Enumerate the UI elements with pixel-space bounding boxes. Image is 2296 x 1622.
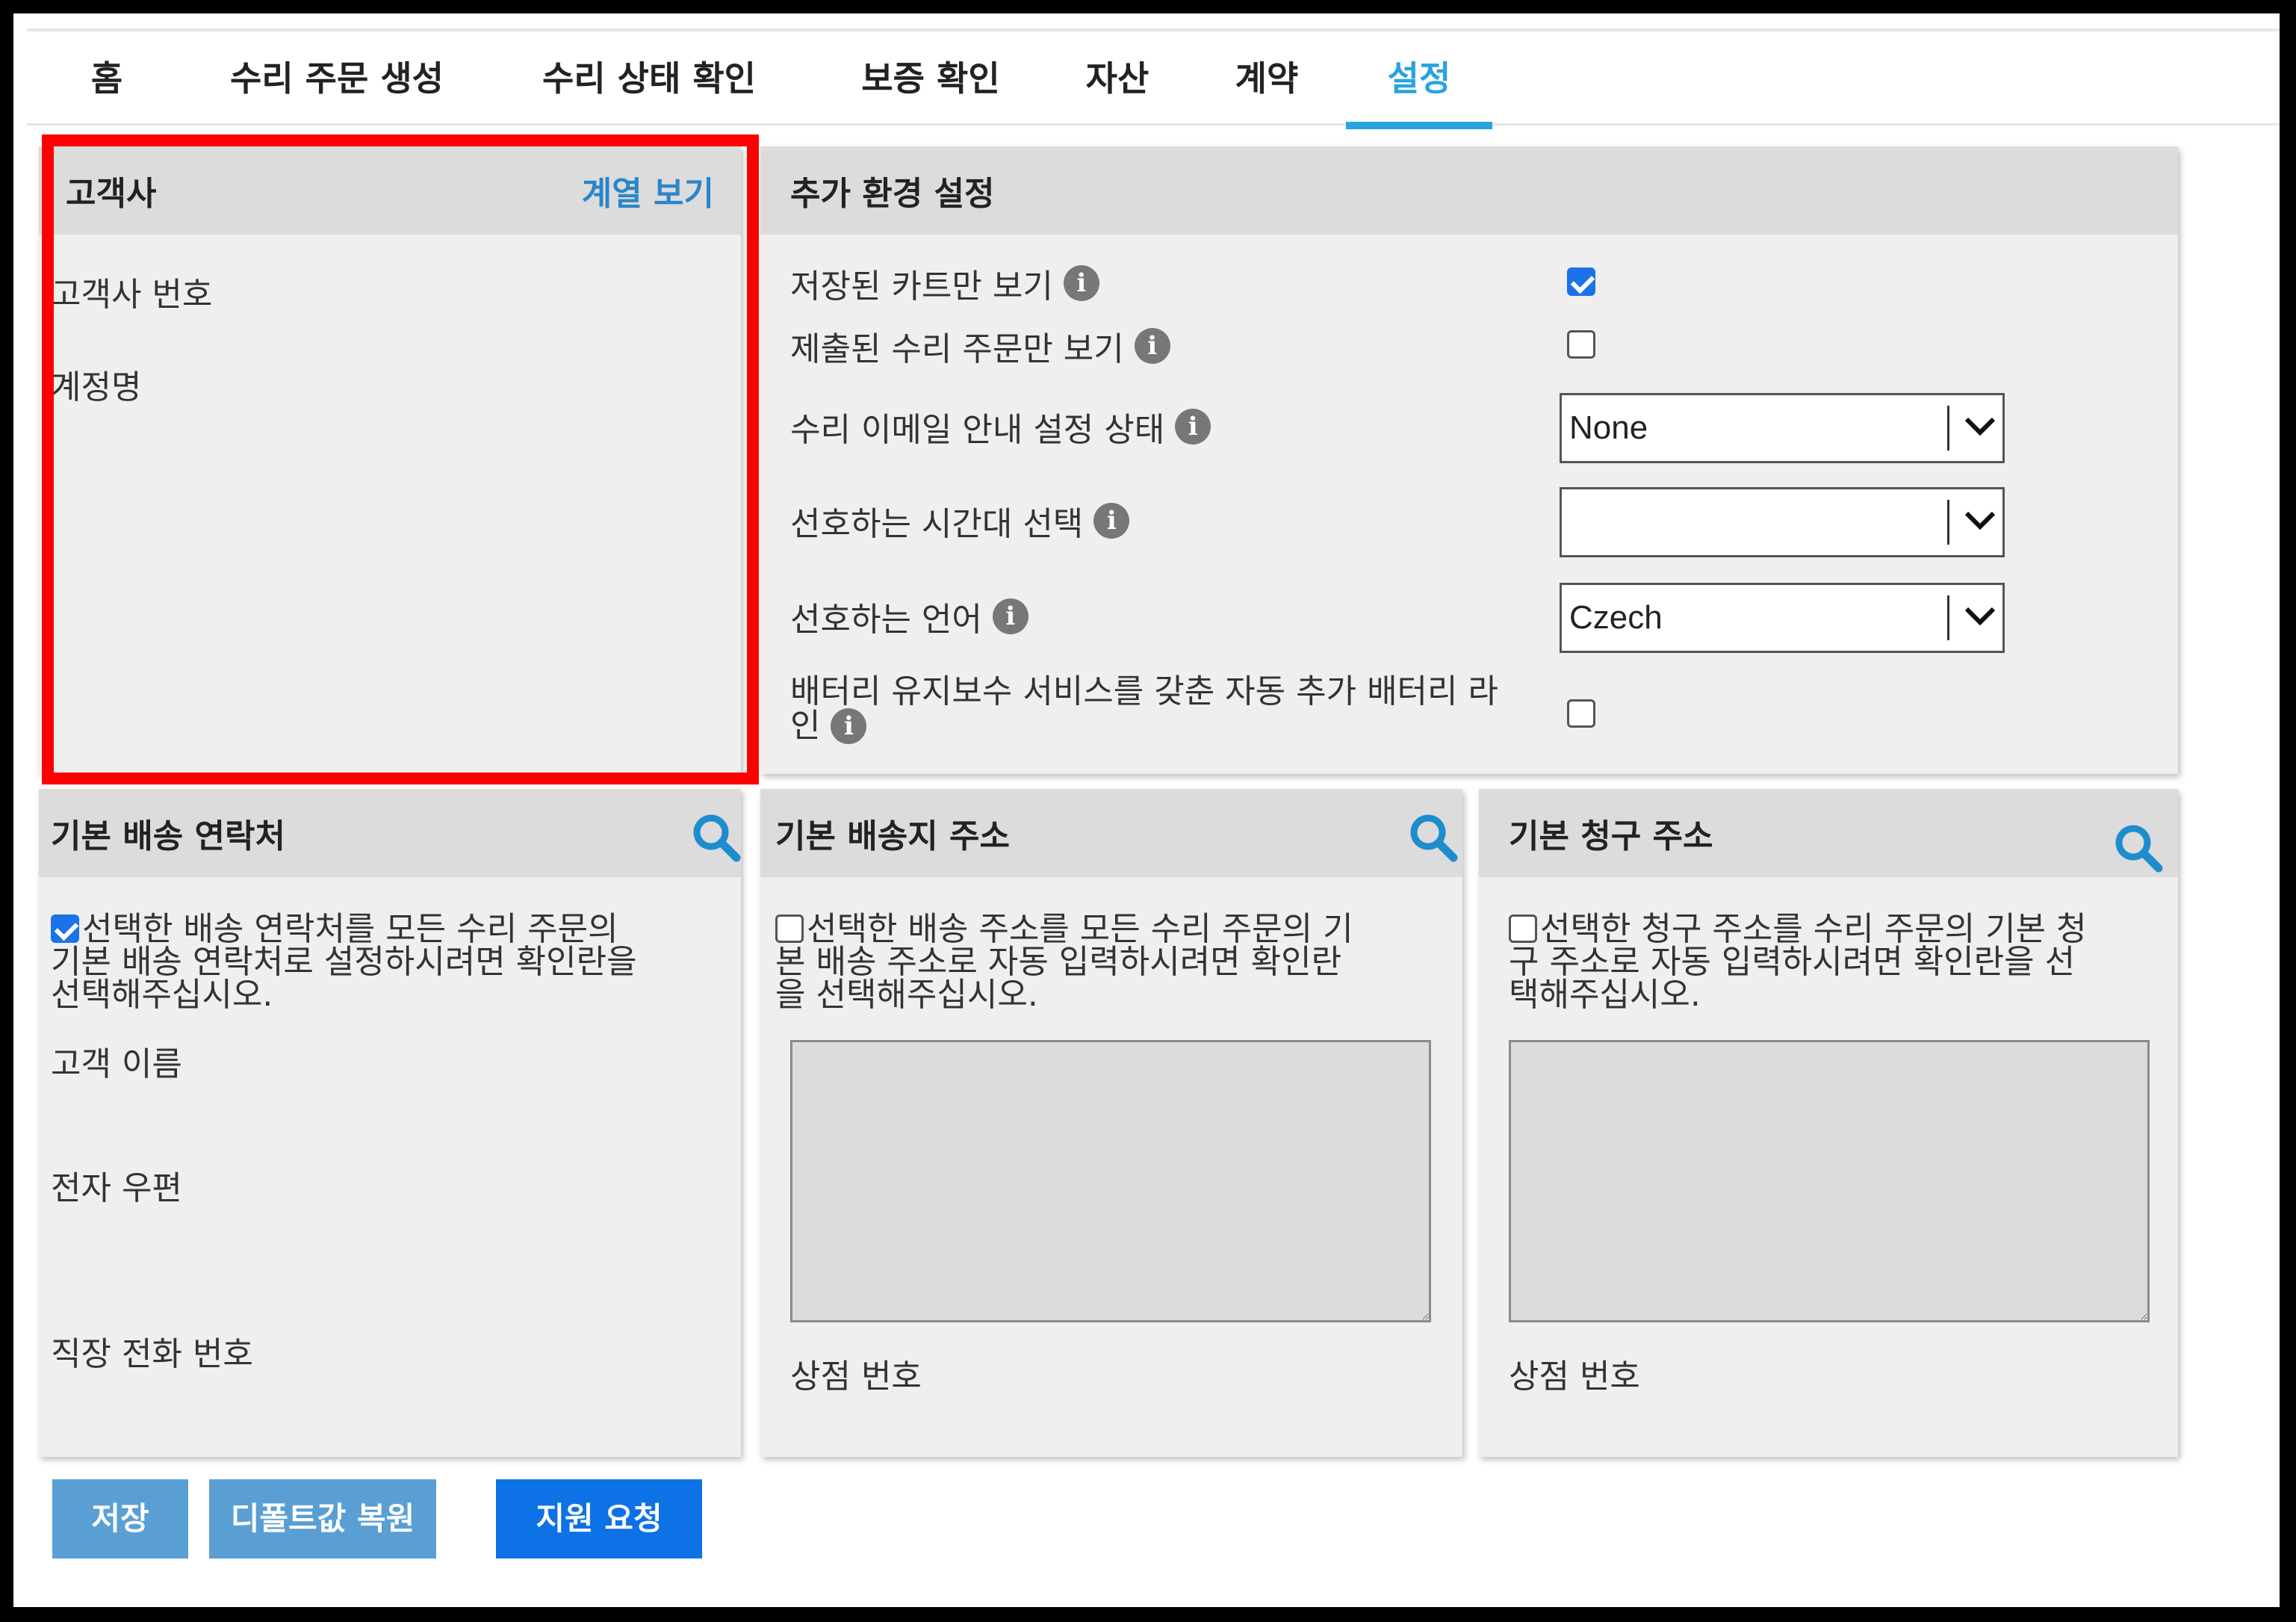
billing-address-desc-line-2: 구 주소로 자동 입력하시려면 확인란을 선 — [1509, 943, 2076, 981]
shipping-contact-desc-line-3: 선택해주십시오. — [51, 976, 273, 1014]
search-icon[interactable] — [2112, 822, 2165, 874]
info-icon[interactable]: i — [992, 598, 1028, 634]
shipping-address-header: 기본 배송지 주소 — [760, 789, 1462, 877]
shipping-address-default-checkbox[interactable] — [775, 914, 804, 943]
shipping-contact-default-checkbox[interactable] — [51, 914, 79, 943]
billing-address-desc: 선택한 청구 주소를 수리 주문의 기본 청 구 주소로 자동 입력하시려면 확… — [1509, 913, 2174, 1012]
email-notice-label: 수리 이메일 안내 설정 상태 — [790, 411, 1165, 449]
submitted-orders-checkbox[interactable] — [1567, 330, 1595, 359]
submitted-orders-row-label: 제출된 수리 주문만 보기 i — [790, 320, 1170, 372]
select-separator — [1947, 406, 1949, 451]
support-request-button[interactable]: 지원 요청 — [496, 1479, 702, 1558]
customer-panel-header: 고객사 계열 보기 — [39, 146, 741, 235]
email-notice-value: None — [1569, 409, 1648, 446]
timezone-label: 선호하는 시간대 선택 — [790, 505, 1084, 543]
restore-defaults-button[interactable]: 디폴트값 복원 — [209, 1479, 436, 1558]
billing-address-default-checkbox[interactable] — [1509, 914, 1537, 943]
battery-line-label-2: 인 — [790, 707, 821, 745]
settings-panel: 추가 환경 설정 저장된 카트만 보기 i 제출된 수리 주문만 보기 i 수리… — [760, 146, 2178, 774]
billing-address-desc-line-3: 택해주십시오. — [1509, 976, 1701, 1014]
shipping-contact-desc-line-1: 선택한 배송 연락처를 모든 수리 주문의 — [51, 913, 738, 946]
tab-repair-status[interactable]: 수리 상태 확인 — [526, 31, 772, 126]
language-label: 선호하는 언어 — [790, 601, 982, 639]
info-icon[interactable]: i — [831, 708, 867, 744]
submitted-orders-label: 제출된 수리 주문만 보기 — [790, 330, 1124, 368]
billing-store-number-label: 상점 번호 — [1509, 1358, 1640, 1396]
customer-panel: 고객사 계열 보기 고객사 번호 계정명 — [39, 146, 741, 774]
chevron-down-icon — [1964, 607, 1996, 626]
battery-line-label: 배터리 유지보수 서비스를 갖춘 자동 추가 배터리 라 인 i — [790, 675, 1567, 744]
info-icon[interactable]: i — [1063, 265, 1099, 301]
info-icon[interactable]: i — [1134, 328, 1170, 364]
app-frame: 홈 수리 주문 생성 수리 상태 확인 보증 확인 자산 계약 설정 고객사 계… — [13, 13, 2280, 1607]
battery-line-checkbox[interactable] — [1567, 699, 1595, 728]
tab-contracts[interactable]: 계약 — [1222, 31, 1312, 126]
customer-panel-title: 고객사 — [66, 175, 157, 213]
tab-settings[interactable]: 설정 — [1346, 31, 1492, 129]
settings-panel-title: 추가 환경 설정 — [790, 175, 995, 213]
billing-address-panel: 기본 청구 주소 선택한 청구 주소를 수리 주문의 기본 청 구 주소로 자동… — [1479, 789, 2178, 1457]
info-icon[interactable]: i — [1093, 503, 1130, 539]
tab-assets[interactable]: 자산 — [1073, 31, 1162, 126]
billing-address-header: 기본 청구 주소 — [1479, 789, 2178, 877]
info-icon[interactable]: i — [1175, 409, 1211, 445]
customer-number-label: 고객사 번호 — [51, 276, 213, 314]
battery-line-label-2-row: 인 i — [790, 708, 1567, 744]
shipping-address-title: 기본 배송지 주소 — [775, 817, 1010, 855]
saved-carts-label: 저장된 카트만 보기 — [790, 267, 1053, 306]
saved-carts-row-label: 저장된 카트만 보기 i — [790, 257, 1099, 309]
chevron-down-icon — [1964, 417, 1996, 436]
email-notice-row-label: 수리 이메일 안내 설정 상태 i — [790, 400, 1211, 453]
saved-carts-checkbox[interactable] — [1567, 267, 1595, 296]
account-name-label: 계정명 — [51, 368, 142, 406]
tab-create-repair-order[interactable]: 수리 주문 생성 — [214, 31, 460, 126]
settings-panel-header: 추가 환경 설정 — [760, 146, 2178, 235]
tab-bar: 홈 수리 주문 생성 수리 상태 확인 보증 확인 자산 계약 설정 — [27, 28, 2280, 129]
language-select[interactable]: Czech — [1560, 583, 2005, 653]
search-icon[interactable] — [1407, 811, 1459, 864]
select-separator — [1947, 595, 1949, 640]
shipping-contact-header: 기본 배송 연락처 — [39, 789, 741, 877]
shipping-contact-desc-line-2: 기본 배송 연락처로 설정하시려면 확인란을 — [51, 943, 637, 981]
select-separator — [1947, 500, 1949, 545]
shipping-address-panel: 기본 배송지 주소 선택한 배송 주소를 모든 수리 주문의 기 본 배송 주소… — [760, 789, 1462, 1457]
shipping-address-desc-line-3: 을 선택해주십시오. — [775, 976, 1038, 1014]
view-affiliates-link[interactable]: 계열 보기 — [582, 167, 714, 214]
billing-address-title: 기본 청구 주소 — [1509, 817, 1713, 855]
email-notice-select[interactable]: None — [1560, 393, 2005, 463]
shipping-store-number-label: 상점 번호 — [790, 1358, 922, 1396]
billing-address-desc-line-1: 선택한 청구 주소를 수리 주문의 기본 청 — [1509, 913, 2174, 946]
chevron-down-icon — [1964, 511, 1996, 530]
shipping-contact-title: 기본 배송 연락처 — [51, 817, 285, 855]
search-icon[interactable] — [690, 811, 742, 864]
timezone-row-label: 선호하는 시간대 선택 i — [790, 495, 1130, 547]
shipping-address-desc-line-1: 선택한 배송 주소를 모든 수리 주문의 기 — [775, 913, 1455, 946]
save-button[interactable]: 저장 — [52, 1479, 188, 1558]
timezone-select[interactable] — [1560, 487, 2005, 557]
billing-address-textarea[interactable] — [1509, 1040, 2150, 1322]
tab-warranty-check[interactable]: 보증 확인 — [841, 31, 1020, 126]
language-row-label: 선호하는 언어 i — [790, 590, 1028, 643]
shipping-contact-panel: 기본 배송 연락처 선택한 배송 연락처를 모든 수리 주문의 기본 배송 연락… — [39, 789, 741, 1457]
language-value: Czech — [1569, 599, 1663, 636]
customer-name-label: 고객 이름 — [51, 1045, 182, 1083]
work-phone-label: 직장 전화 번호 — [51, 1335, 253, 1373]
shipping-address-desc: 선택한 배송 주소를 모든 수리 주문의 기 본 배송 주소로 자동 입력하시려… — [775, 913, 1455, 1012]
shipping-address-desc-line-2: 본 배송 주소로 자동 입력하시려면 확인란 — [775, 943, 1342, 981]
battery-line-label-1: 배터리 유지보수 서비스를 갖춘 자동 추가 배터리 라 — [790, 672, 1498, 711]
email-label: 전자 우편 — [51, 1169, 182, 1207]
tab-home[interactable]: 홈 — [81, 31, 133, 126]
shipping-contact-desc: 선택한 배송 연락처를 모든 수리 주문의 기본 배송 연락처로 설정하시려면 … — [51, 913, 738, 1012]
shipping-address-textarea[interactable] — [790, 1040, 1431, 1322]
